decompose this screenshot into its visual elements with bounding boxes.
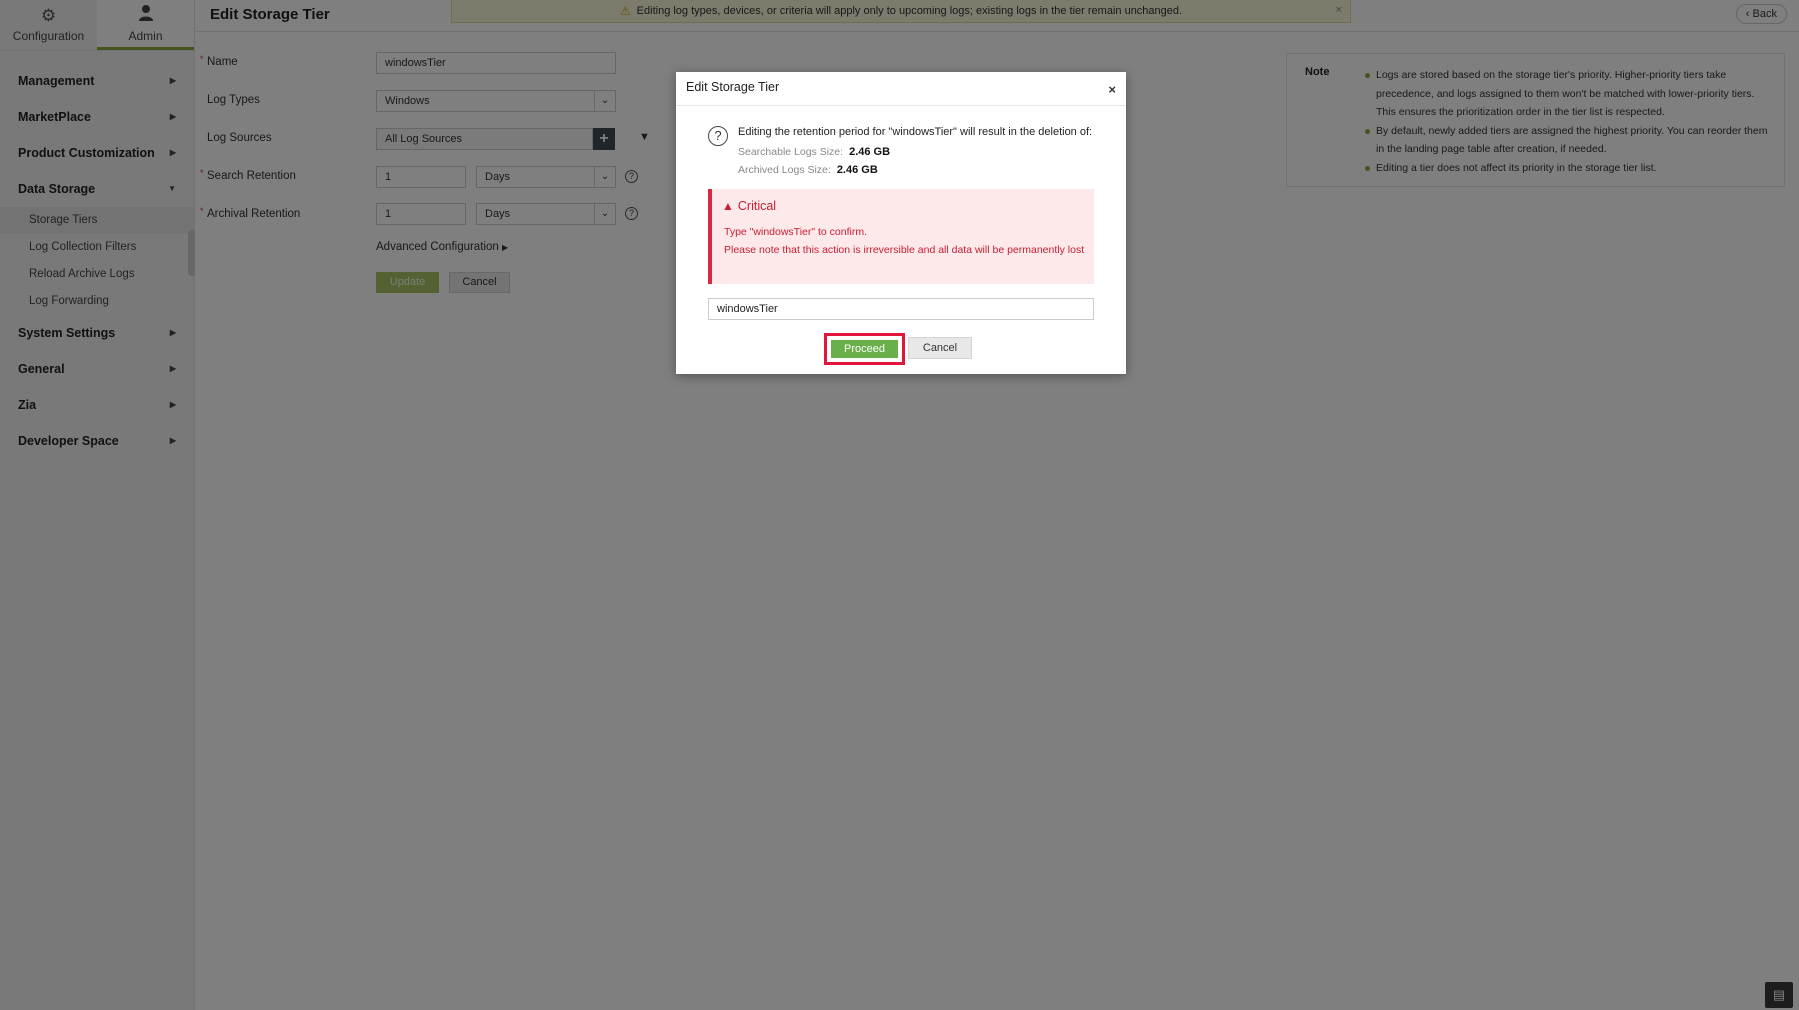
archived-size-row: Archived Logs Size: 2.46 GB bbox=[738, 164, 878, 176]
archived-size-label: Archived Logs Size: bbox=[738, 164, 831, 176]
confirm-name-input[interactable]: windowsTier bbox=[708, 298, 1094, 320]
modal-cancel-button[interactable]: Cancel bbox=[908, 337, 972, 359]
searchable-size-row: Searchable Logs Size: 2.46 GB bbox=[738, 146, 890, 158]
critical-title-text: Critical bbox=[737, 199, 777, 213]
critical-alert: ▲ Critical Type "windowsTier" to confirm.… bbox=[708, 189, 1094, 284]
modal-title: Edit Storage Tier bbox=[686, 80, 780, 94]
question-icon: ? bbox=[708, 126, 728, 146]
edit-storage-tier-modal: Edit Storage Tier × ? Editing the retent… bbox=[676, 72, 1126, 374]
searchable-size-label: Searchable Logs Size: bbox=[738, 146, 844, 158]
critical-line-confirm: Type "windowsTier" to confirm. bbox=[724, 226, 868, 238]
archived-size-value: 2.46 GB bbox=[836, 164, 878, 176]
close-icon[interactable]: × bbox=[1108, 82, 1116, 97]
critical-title: ▲ Critical bbox=[722, 199, 776, 213]
proceed-button[interactable]: Proceed bbox=[831, 340, 898, 358]
modal-message: Editing the retention period for "window… bbox=[738, 126, 1093, 138]
proceed-highlight: Proceed bbox=[824, 333, 905, 365]
searchable-size-value: 2.46 GB bbox=[849, 146, 891, 158]
critical-line-warning: Please note that this action is irrevers… bbox=[724, 244, 1085, 256]
warning-icon: ▲ bbox=[722, 199, 734, 213]
critical-text: Type "windowsTier" to confirm. Please no… bbox=[724, 223, 1090, 259]
modal-header: Edit Storage Tier × bbox=[676, 72, 1126, 106]
